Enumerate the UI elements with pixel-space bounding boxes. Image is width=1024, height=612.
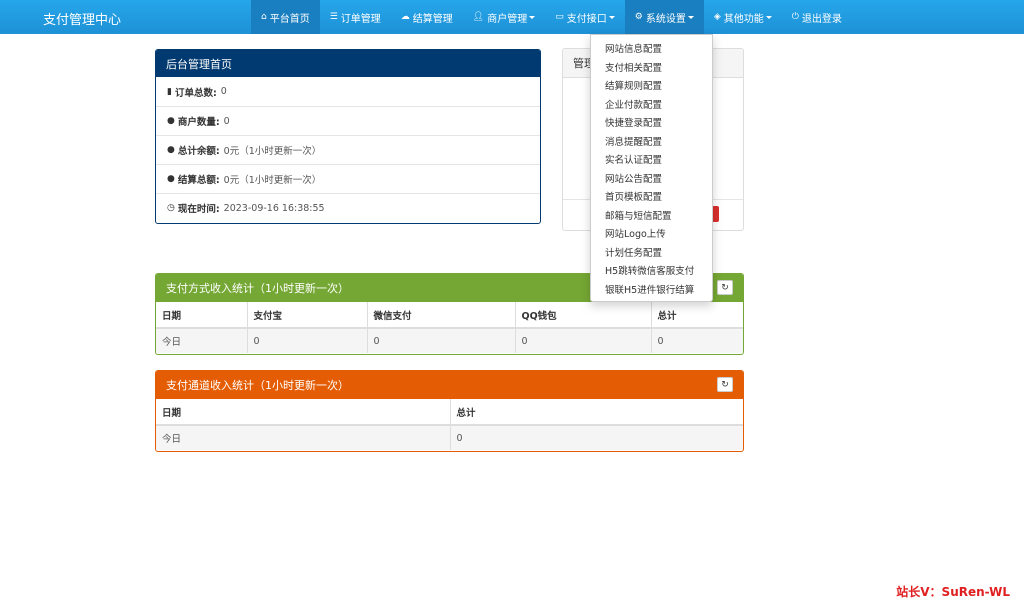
card-icon: ▭: [555, 12, 564, 22]
top-navbar: 支付管理中心 ⌂ 平台首页 ☰ 订单管理 ☁ 结算管理 👤︎ 商户管理 ▭ 支付…: [0, 0, 1024, 34]
channel-stats-heading: 支付通道收入统计（1小时更新一次） ↻: [156, 371, 743, 399]
gear-icon: ⚙: [634, 12, 643, 22]
brand-title[interactable]: 支付管理中心: [43, 9, 121, 28]
dashboard-panel: 后台管理首页 ▮ 订单总数: 0 ● 商户数量: 0 ● 总计余额: 0元（1小时更新…: [155, 49, 541, 224]
menu-item-h5-wechat[interactable]: H5跳转微信客服支付: [591, 261, 712, 280]
nav-system-settings[interactable]: ⚙ 系统设置: [624, 0, 704, 34]
home-icon: ⌂: [261, 12, 267, 22]
nav-home[interactable]: ⌂ 平台首页: [251, 0, 320, 34]
menu-item-notifications[interactable]: 消息提醒配置: [591, 132, 712, 151]
drop-icon: ●: [167, 116, 175, 126]
bar-chart-icon: ▮: [167, 86, 172, 97]
table-row: 今日 0 0 0 0: [156, 328, 743, 353]
refresh-icon[interactable]: ↻: [717, 377, 733, 392]
settlement-total: 0元（1小时更新一次）: [223, 175, 322, 186]
channel-stats-table: 日期 总计 今日 0: [156, 399, 743, 450]
table-row: 今日 0: [156, 425, 743, 450]
menu-item-unionpay-h5[interactable]: 银联H5进件银行结算: [591, 280, 712, 299]
menu-item-announcement[interactable]: 网站公告配置: [591, 169, 712, 188]
col-total: 总计: [651, 302, 743, 329]
user-icon: 👤︎: [472, 12, 485, 22]
info-row-time: ◷ 现在时间: 2023-09-16 16:38:55: [156, 193, 540, 222]
merchant-count: 0: [223, 115, 230, 127]
chevron-down-icon: [765, 15, 772, 19]
watermark-text: 站长V：SuRen-WL: [896, 585, 1010, 599]
col-total: 总计: [450, 399, 743, 426]
chevron-down-icon: [687, 15, 694, 19]
nav-settlement[interactable]: ☁ 结算管理: [391, 0, 463, 34]
menu-item-payment[interactable]: 支付相关配置: [591, 58, 712, 77]
drop-icon: ●: [167, 145, 175, 155]
dashboard-heading: 后台管理首页: [156, 50, 540, 77]
cube-icon: ◈: [713, 12, 721, 22]
total-balance: 0元（1小时更新一次）: [223, 146, 322, 157]
nav-orders[interactable]: ☰ 订单管理: [320, 0, 391, 34]
chevron-down-icon: [608, 15, 615, 19]
info-row-orders: ▮ 订单总数: 0: [167, 86, 227, 99]
info-row-balance: ● 总计余额: 0元（1小时更新一次）: [156, 135, 540, 164]
col-qq: QQ钱包: [515, 302, 652, 329]
list-icon: ☰: [329, 12, 338, 22]
menu-item-enterprise-pay[interactable]: 企业付款配置: [591, 95, 712, 114]
settings-dropdown: 网站信息配置 支付相关配置 结算规则配置 企业付款配置 快捷登录配置 消息提醒配…: [590, 34, 713, 302]
channel-stats-panel: 支付通道收入统计（1小时更新一次） ↻ 日期 总计 今日 0: [155, 370, 744, 452]
menu-item-email-sms[interactable]: 邮箱与短信配置: [591, 206, 712, 225]
menu-item-cron[interactable]: 计划任务配置: [591, 243, 712, 262]
current-time: 2023-09-16 16:38:55: [223, 202, 325, 214]
menu-item-real-name[interactable]: 实名认证配置: [591, 150, 712, 169]
menu-item-quick-login[interactable]: 快捷登录配置: [591, 113, 712, 132]
nav-payment-api[interactable]: ▭ 支付接口: [545, 0, 625, 34]
menu-item-logo-upload[interactable]: 网站Logo上传: [591, 224, 712, 243]
nav-merchants[interactable]: 👤︎ 商户管理: [463, 0, 545, 34]
dashboard-title: 后台管理首页: [166, 57, 232, 71]
menu-item-home-template[interactable]: 首页模板配置: [591, 187, 712, 206]
menu-item-site-info[interactable]: 网站信息配置: [591, 39, 712, 58]
col-date: 日期: [156, 302, 248, 329]
method-stats-title: 支付方式收入统计（1小时更新一次）: [166, 282, 349, 295]
info-row-settlement: ● 结算总额: 0元（1小时更新一次）: [156, 164, 540, 193]
orders-count: 0: [220, 86, 227, 97]
nav-logout[interactable]: ⏻ 退出登录: [782, 0, 852, 34]
drop-icon: ●: [167, 174, 175, 184]
col-alipay: 支付宝: [247, 302, 368, 329]
cloud-icon: ☁: [400, 12, 410, 22]
info-row-merchants: ● 商户数量: 0: [156, 106, 540, 135]
method-stats-table: 日期 支付宝 微信支付 QQ钱包 总计 今日 0 0 0 0: [156, 302, 743, 353]
col-date: 日期: [156, 399, 451, 426]
refresh-icon[interactable]: ↻: [717, 280, 733, 295]
menu-item-settlement-rules[interactable]: 结算规则配置: [591, 76, 712, 95]
main-nav: ⌂ 平台首页 ☰ 订单管理 ☁ 结算管理 👤︎ 商户管理 ▭ 支付接口 ⚙ 系统…: [251, 0, 852, 34]
power-icon: ⏻: [791, 12, 799, 22]
col-wechat: 微信支付: [367, 302, 516, 329]
chevron-down-icon: [529, 15, 536, 19]
clock-icon: ◷: [167, 203, 175, 213]
channel-stats-title: 支付通道收入统计（1小时更新一次）: [166, 379, 349, 392]
nav-other[interactable]: ◈ 其他功能: [704, 0, 782, 34]
